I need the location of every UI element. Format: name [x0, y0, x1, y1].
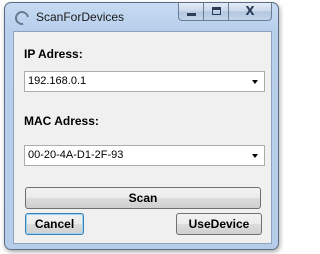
dialog-body: IP Adress: 192.168.0.1 MAC Adress: 00-20…: [13, 31, 272, 244]
maximize-button[interactable]: [204, 3, 229, 21]
chevron-down-icon: [252, 80, 258, 84]
scan-icon: [12, 8, 32, 28]
scan-for-devices-window: ScanForDevices X IP Adress: 192.168.0.1 …: [4, 2, 279, 250]
caption-buttons: X: [178, 3, 272, 23]
minimize-icon: [187, 13, 196, 16]
ip-address-value: 192.168.0.1: [28, 75, 87, 87]
chevron-down-icon: [252, 154, 258, 158]
mac-address-label: MAC Adress:: [24, 114, 99, 128]
minimize-button[interactable]: [178, 3, 204, 21]
ip-address-dropdown[interactable]: 192.168.0.1: [24, 71, 265, 92]
cancel-button[interactable]: Cancel: [25, 213, 84, 235]
mac-address-value: 00-20-4A-D1-2F-93: [28, 149, 124, 161]
mac-address-dropdown[interactable]: 00-20-4A-D1-2F-93: [24, 145, 265, 166]
scan-button[interactable]: Scan: [25, 187, 261, 209]
close-icon: X: [245, 4, 255, 18]
window-title: ScanForDevices: [36, 10, 125, 24]
maximize-icon: [212, 7, 221, 15]
ip-address-label: IP Adress:: [24, 47, 83, 61]
close-button[interactable]: X: [229, 3, 272, 21]
use-device-button[interactable]: UseDevice: [176, 213, 262, 235]
title-bar[interactable]: ScanForDevices X: [5, 3, 278, 31]
